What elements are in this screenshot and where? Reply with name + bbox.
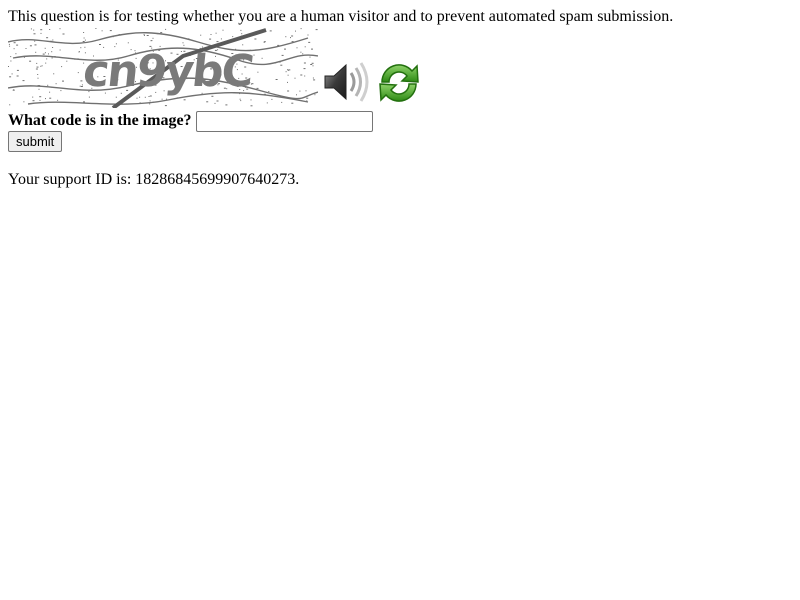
question-row: What code is in the image? [8, 109, 373, 133]
support-id-text: Your support ID is: 18286845699907640273… [8, 171, 300, 188]
speaker-icon[interactable] [322, 58, 372, 106]
submit-button[interactable]: submit [8, 131, 63, 152]
captcha-image: cn9ybC [8, 28, 318, 108]
answer-input[interactable] [195, 110, 373, 132]
intro-text: This question is for testing whether you… [8, 8, 674, 25]
question-label: What code is in the image? [8, 112, 192, 129]
captcha-row: cn9ybC [8, 26, 424, 108]
captcha-code-text: cn9ybC [81, 46, 255, 97]
refresh-icon[interactable] [374, 58, 424, 108]
